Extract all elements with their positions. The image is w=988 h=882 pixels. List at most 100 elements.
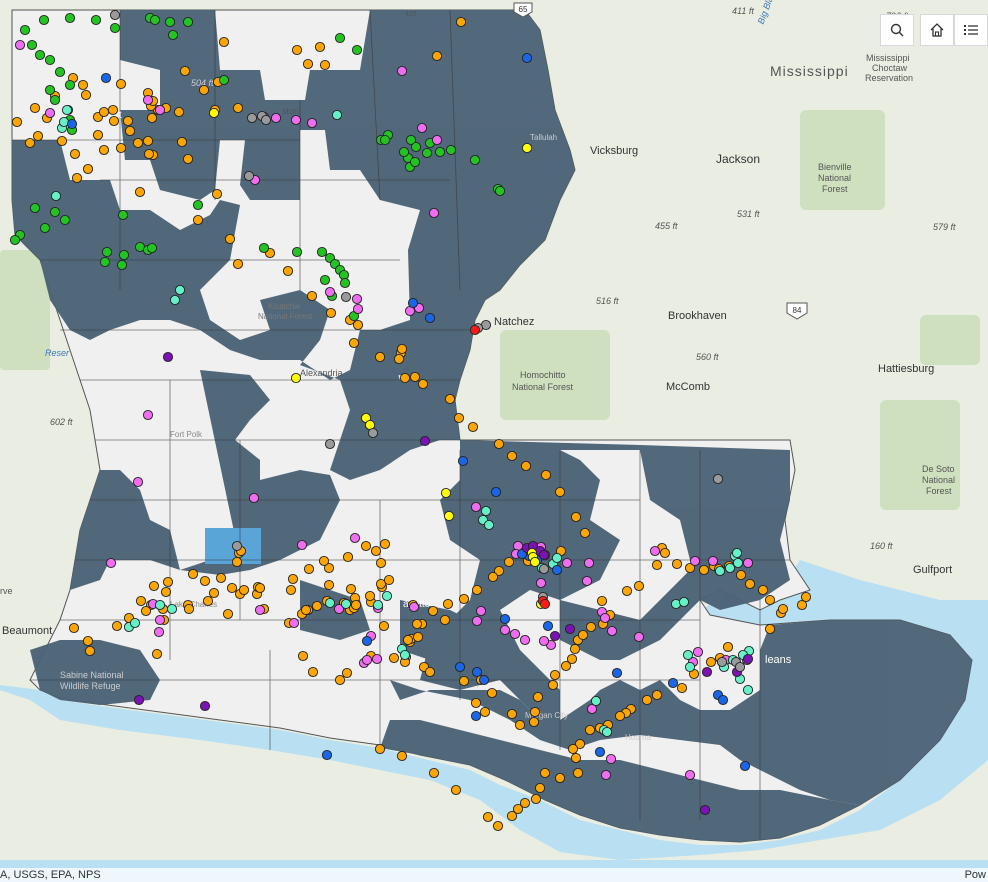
orange-facility-marker[interactable]	[458, 675, 470, 687]
orange-facility-marker[interactable]	[570, 752, 582, 764]
green-facility-marker[interactable]	[379, 134, 391, 146]
blue-facility-marker[interactable]	[594, 746, 606, 758]
orange-facility-marker[interactable]	[554, 486, 566, 498]
orange-facility-marker[interactable]	[532, 691, 544, 703]
blue-facility-marker[interactable]	[499, 613, 511, 625]
orange-facility-marker[interactable]	[453, 412, 465, 424]
magenta-facility-marker[interactable]	[105, 557, 117, 569]
orange-facility-marker[interactable]	[202, 595, 214, 607]
orange-facility-marker[interactable]	[238, 584, 250, 596]
orange-facility-marker[interactable]	[458, 593, 470, 605]
orange-facility-marker[interactable]	[539, 767, 551, 779]
orange-facility-marker[interactable]	[569, 643, 581, 655]
orange-facility-marker[interactable]	[621, 585, 633, 597]
magenta-facility-marker[interactable]	[692, 646, 704, 658]
magenta-facility-marker[interactable]	[351, 293, 363, 305]
orange-facility-marker[interactable]	[311, 600, 323, 612]
orange-facility-marker[interactable]	[300, 604, 312, 616]
orange-facility-marker[interactable]	[641, 694, 653, 706]
orange-facility-marker[interactable]	[379, 538, 391, 550]
aqua-facility-marker[interactable]	[340, 598, 352, 610]
orange-facility-marker[interactable]	[297, 650, 309, 662]
orange-facility-marker[interactable]	[218, 36, 230, 48]
yellow-facility-marker[interactable]	[440, 487, 452, 499]
orange-facility-marker[interactable]	[183, 603, 195, 615]
magenta-facility-marker[interactable]	[684, 769, 696, 781]
magenta-facility-marker[interactable]	[296, 539, 308, 551]
magenta-facility-marker[interactable]	[475, 605, 487, 617]
home-button[interactable]	[920, 14, 954, 46]
yellow-facility-marker[interactable]	[290, 372, 302, 384]
green-facility-marker[interactable]	[29, 202, 41, 214]
magenta-facility-marker[interactable]	[428, 207, 440, 219]
blue-facility-marker[interactable]	[611, 667, 623, 679]
blue-facility-marker[interactable]	[542, 620, 554, 632]
magenta-facility-marker[interactable]	[44, 107, 56, 119]
green-facility-marker[interactable]	[118, 249, 130, 261]
green-facility-marker[interactable]	[101, 246, 113, 258]
green-facility-marker[interactable]	[9, 234, 21, 246]
orange-facility-marker[interactable]	[98, 106, 110, 118]
orange-facility-marker[interactable]	[764, 594, 776, 606]
orange-facility-marker[interactable]	[439, 614, 451, 626]
blue-facility-marker[interactable]	[457, 455, 469, 467]
orange-facility-marker[interactable]	[24, 137, 36, 149]
aqua-facility-marker[interactable]	[551, 552, 563, 564]
orange-facility-marker[interactable]	[82, 635, 94, 647]
magenta-facility-marker[interactable]	[408, 601, 420, 613]
orange-facility-marker[interactable]	[115, 142, 127, 154]
orange-facility-marker[interactable]	[450, 784, 462, 796]
aqua-facility-marker[interactable]	[166, 603, 178, 615]
green-facility-marker[interactable]	[19, 24, 31, 36]
magenta-facility-marker[interactable]	[371, 653, 383, 665]
orange-facility-marker[interactable]	[676, 682, 688, 694]
purple-facility-marker[interactable]	[419, 435, 431, 447]
magenta-facility-marker[interactable]	[707, 555, 719, 567]
magenta-facility-marker[interactable]	[416, 122, 428, 134]
orange-facility-marker[interactable]	[411, 618, 423, 630]
aqua-facility-marker[interactable]	[50, 190, 62, 202]
green-facility-marker[interactable]	[39, 222, 51, 234]
orange-facility-marker[interactable]	[92, 129, 104, 141]
orange-facility-marker[interactable]	[396, 750, 408, 762]
orange-facility-marker[interactable]	[396, 343, 408, 355]
purple-facility-marker[interactable]	[538, 549, 550, 561]
purple-facility-marker[interactable]	[133, 694, 145, 706]
magenta-facility-marker[interactable]	[599, 612, 611, 624]
orange-facility-marker[interactable]	[162, 576, 174, 588]
gray-facility-marker[interactable]	[716, 656, 728, 668]
blue-facility-marker[interactable]	[100, 72, 112, 84]
blue-facility-marker[interactable]	[424, 312, 436, 324]
orange-facility-marker[interactable]	[132, 137, 144, 149]
magenta-facility-marker[interactable]	[649, 545, 661, 557]
green-facility-marker[interactable]	[469, 154, 481, 166]
orange-facility-marker[interactable]	[11, 116, 23, 128]
aqua-facility-marker[interactable]	[742, 684, 754, 696]
orange-facility-marker[interactable]	[341, 667, 353, 679]
blue-facility-marker[interactable]	[470, 710, 482, 722]
orange-facility-marker[interactable]	[303, 563, 315, 575]
magenta-facility-marker[interactable]	[154, 104, 166, 116]
magenta-facility-marker[interactable]	[583, 557, 595, 569]
yellow-facility-marker[interactable]	[529, 556, 541, 568]
aqua-facility-marker[interactable]	[331, 109, 343, 121]
orange-facility-marker[interactable]	[291, 44, 303, 56]
aqua-facility-marker[interactable]	[129, 617, 141, 629]
orange-facility-marker[interactable]	[187, 568, 199, 580]
orange-facility-marker[interactable]	[285, 584, 297, 596]
orange-facility-marker[interactable]	[471, 584, 483, 596]
green-facility-marker[interactable]	[421, 147, 433, 159]
orange-facility-marker[interactable]	[314, 41, 326, 53]
magenta-facility-marker[interactable]	[14, 39, 26, 51]
orange-facility-marker[interactable]	[348, 337, 360, 349]
orange-facility-marker[interactable]	[506, 450, 518, 462]
green-facility-marker[interactable]	[64, 79, 76, 91]
purple-facility-marker[interactable]	[701, 666, 713, 678]
orange-facility-marker[interactable]	[148, 580, 160, 592]
green-facility-marker[interactable]	[398, 146, 410, 158]
green-facility-marker[interactable]	[90, 14, 102, 26]
magenta-facility-marker[interactable]	[535, 577, 547, 589]
orange-facility-marker[interactable]	[554, 772, 566, 784]
orange-facility-marker[interactable]	[800, 591, 812, 603]
green-facility-marker[interactable]	[182, 16, 194, 28]
